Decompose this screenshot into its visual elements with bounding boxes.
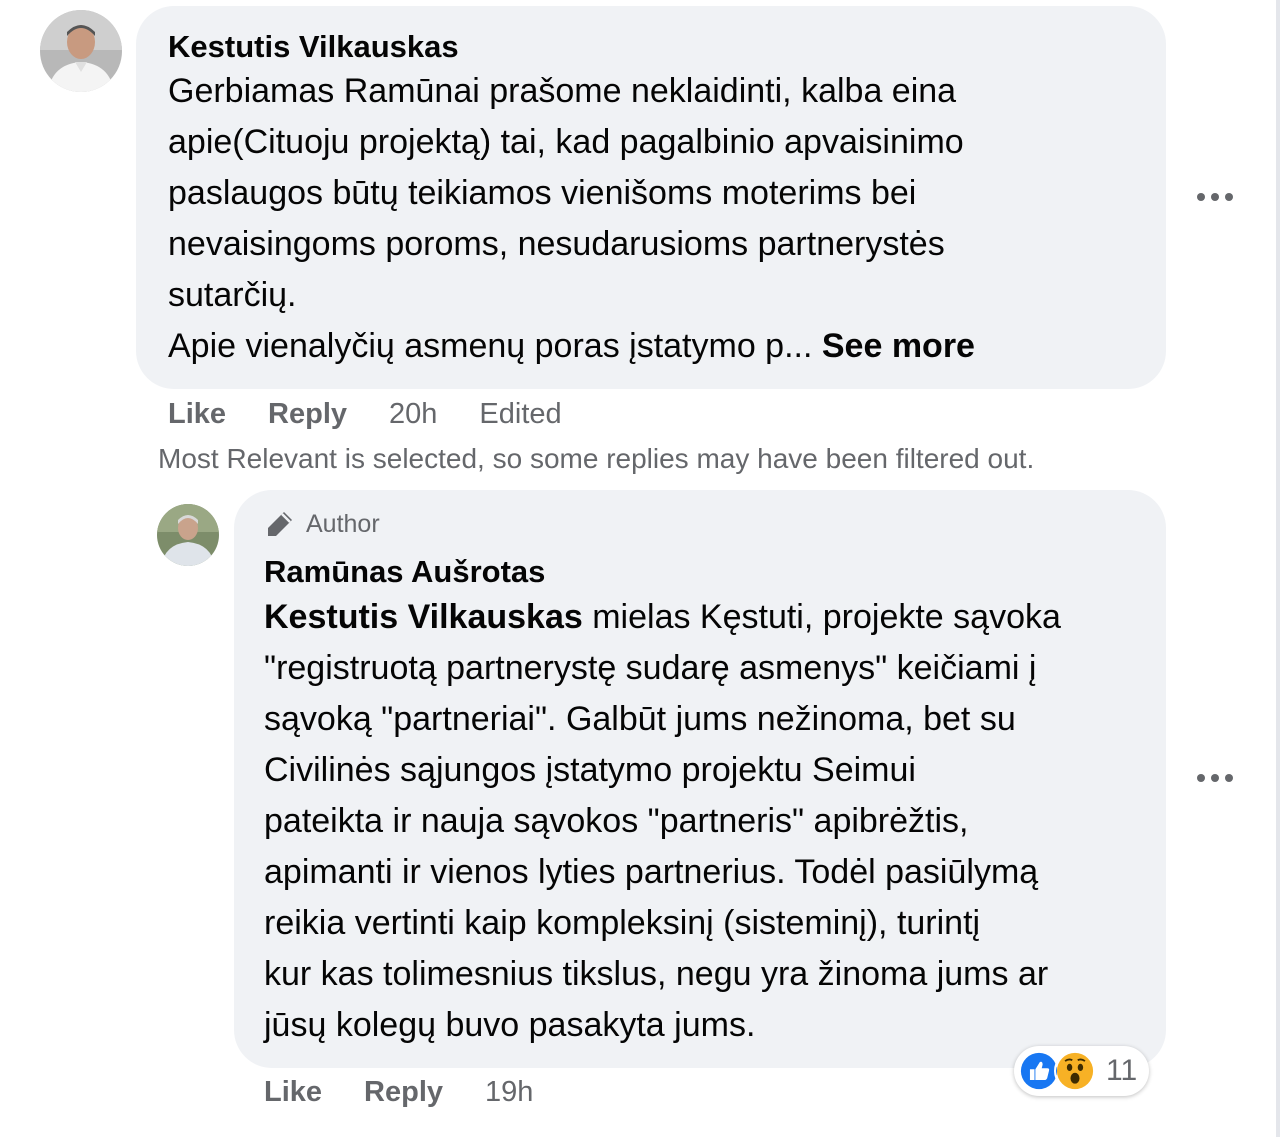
comment-line: sutarčių.	[168, 276, 297, 314]
commenter-photo	[40, 10, 122, 92]
reply-button[interactable]: Reply	[364, 1072, 443, 1112]
comment-actions: Like Reply 20h Edited	[168, 394, 562, 434]
reaction-count: 11	[1106, 1054, 1138, 1087]
comment-truncated-text: Apie vienalyčių asmenų poras įstatymo p.…	[168, 327, 822, 365]
reply-line: Kestutis Vilkauskas mielas Kęstuti, proj…	[264, 592, 1061, 643]
comment-line-truncated: Apie vienalyčių asmenų poras įstatymo p.…	[168, 321, 975, 372]
reply-line: kur kas tolimesnius tikslus, negu yra ži…	[264, 955, 1049, 993]
author-badge-label: Author	[306, 509, 380, 538]
wow-reaction-icon	[1054, 1050, 1096, 1092]
edited-label: Edited	[479, 398, 562, 430]
reactions-summary[interactable]: 11	[1014, 1046, 1150, 1096]
author-badge: Author	[264, 508, 380, 540]
reply-line: Civilinės sąjungos įstatymo projektu Sei…	[264, 751, 916, 789]
reply-text: Kestutis Vilkauskas mielas Kęstuti, proj…	[264, 592, 1061, 1051]
like-button[interactable]: Like	[264, 1072, 322, 1112]
replier-photo	[157, 504, 219, 566]
like-button[interactable]: Like	[168, 394, 226, 434]
pencil-icon	[268, 512, 292, 536]
filter-notice: Most Relevant is selected, so some repli…	[158, 443, 1035, 474]
reply-line: jūsų kolegų buvo pasakyta jums.	[264, 1006, 756, 1044]
avatar[interactable]	[157, 504, 219, 566]
see-more-link[interactable]: See more	[822, 327, 975, 365]
mention-link[interactable]: Kestutis Vilkauskas	[264, 598, 583, 636]
comment-line: paslaugos būtų teikiamos vienišoms moter…	[168, 174, 917, 212]
timestamp[interactable]: 20h	[389, 394, 437, 434]
reply-line: "registruotą partnerystę sudarę asmenys"…	[264, 649, 1037, 687]
reply-actions: Like Reply 19h	[264, 1072, 533, 1112]
reply-button[interactable]: Reply	[268, 394, 347, 434]
more-options-icon[interactable]	[1197, 773, 1233, 783]
comment-text: Gerbiamas Ramūnai prašome neklaidinti, k…	[168, 66, 975, 372]
reply-line: reikia vertinti kaip kompleksinį (sistem…	[264, 904, 981, 942]
scrollbar-track[interactable]	[1276, 0, 1280, 1137]
comment-author-name[interactable]: Kestutis Vilkauskas	[168, 27, 459, 67]
reply-author-name[interactable]: Ramūnas Aušrotas	[264, 552, 545, 592]
comment-line: apie(Cituoju projektą) tai, kad pagalbin…	[168, 123, 964, 161]
comment-line: nevaisingoms poroms, nesudarusioms partn…	[168, 225, 945, 263]
more-options-icon[interactable]	[1197, 192, 1233, 202]
reply-line: pateikta ir nauja sąvokos "partneris" ap…	[264, 802, 969, 840]
timestamp[interactable]: 19h	[485, 1072, 533, 1112]
reply-line: apimanti ir vienos lyties partnerius. To…	[264, 853, 1039, 891]
avatar[interactable]	[40, 10, 122, 92]
reply-line-rest: mielas Kęstuti, projekte sąvoka	[582, 598, 1061, 636]
reply-line: sąvoką "partneriai". Galbūt jums nežinom…	[264, 700, 1016, 738]
comment-line: Gerbiamas Ramūnai prašome neklaidinti, k…	[168, 72, 957, 110]
